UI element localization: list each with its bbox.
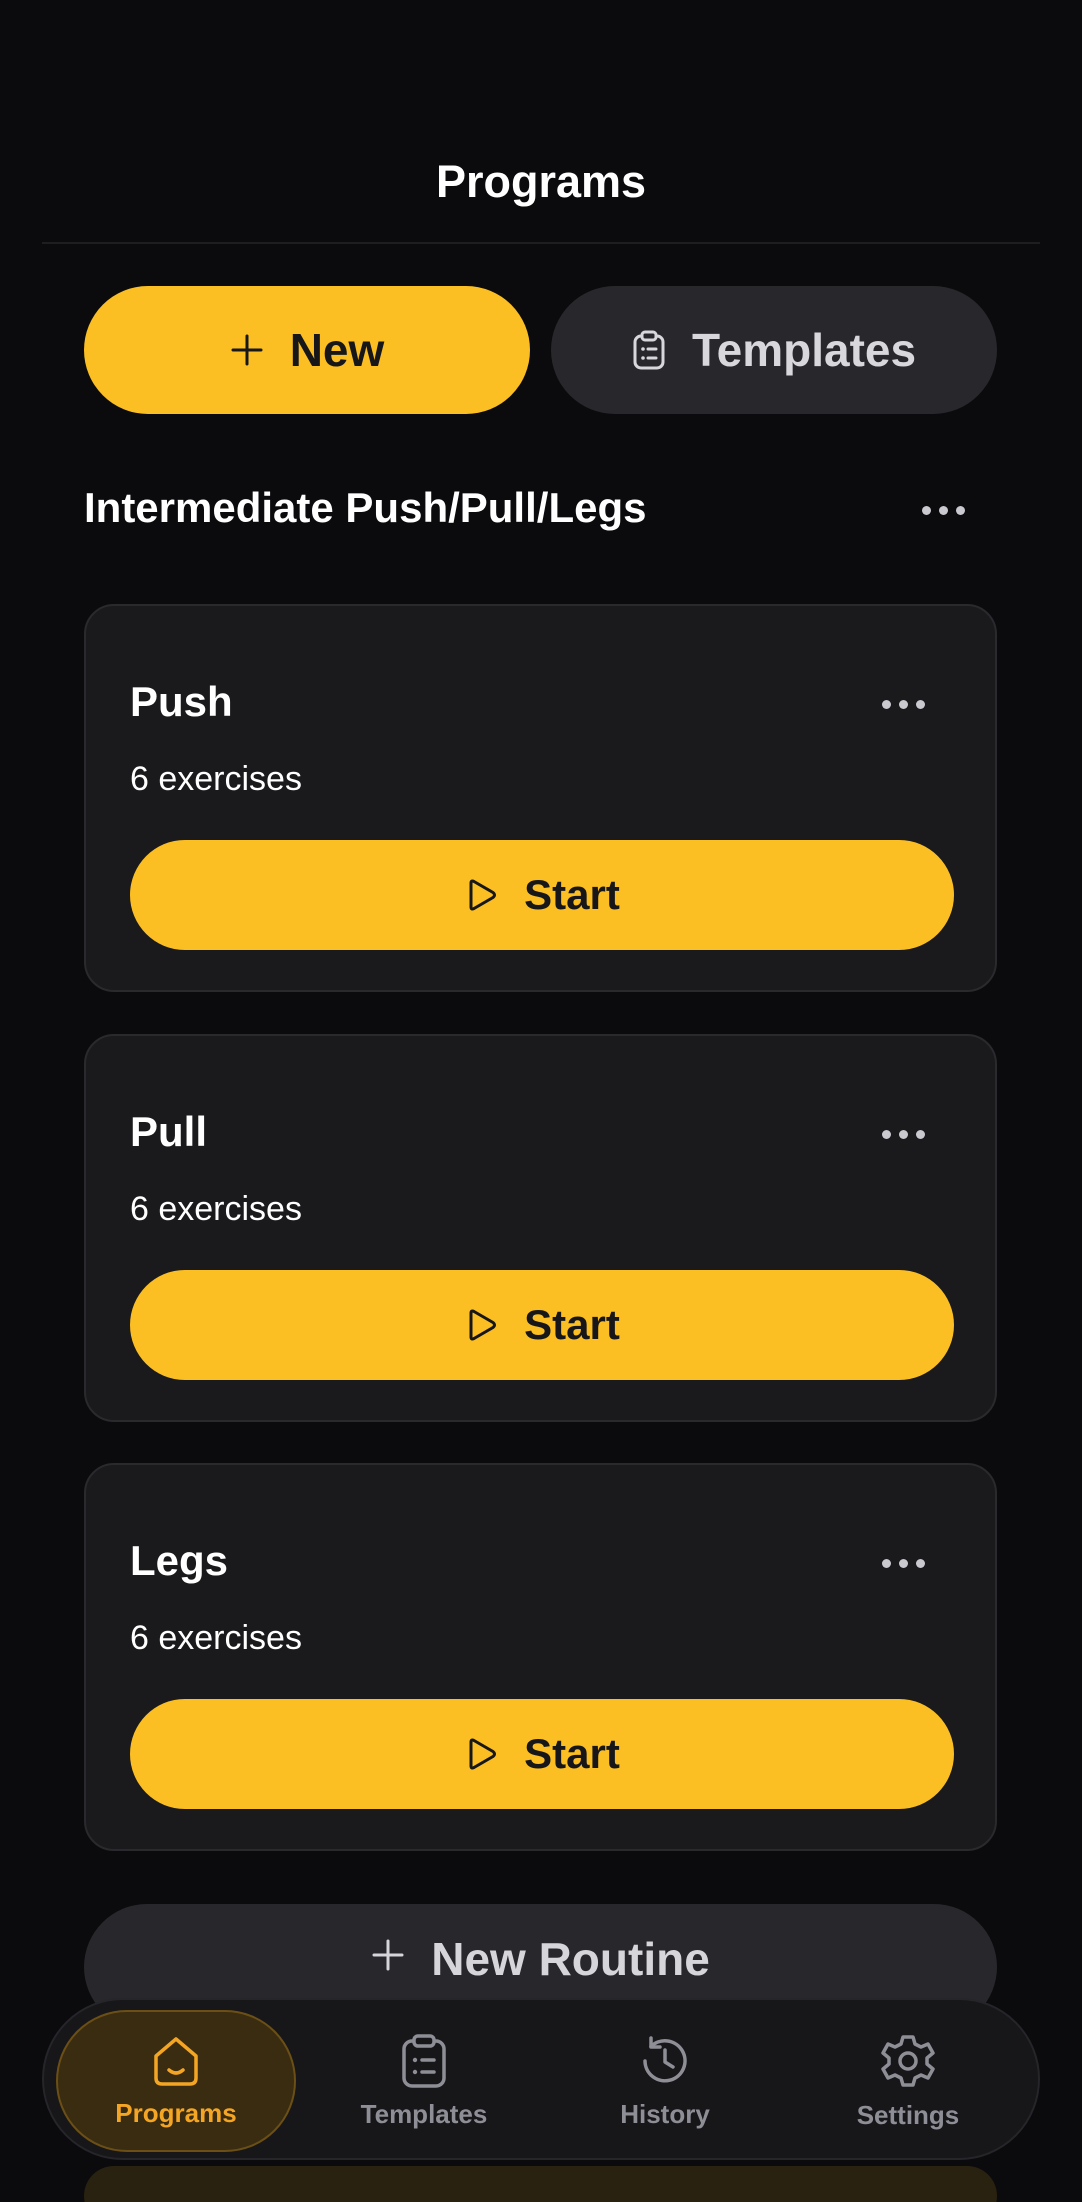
plus-icon	[231, 334, 263, 366]
routine-exercise-count: 6 exercises	[130, 1619, 302, 1657]
start-label: Start	[524, 1301, 620, 1348]
routine-exercise-count: 6 exercises	[130, 760, 302, 798]
nav-label: Settings	[856, 2099, 960, 2130]
programs-screen: Programs New Templates Intermediate Push…	[0, 0, 1082, 2202]
routine-title: Legs	[130, 1537, 229, 1584]
nav-item-programs[interactable]: Programs	[56, 2010, 296, 2152]
routine-card-pull: Pull 6 exercises Start	[84, 1034, 997, 1422]
nav-label: Programs	[115, 2097, 237, 2128]
start-button[interactable]: Start	[130, 1270, 954, 1380]
clipboard-icon	[402, 2033, 446, 2088]
start-button[interactable]: Start	[130, 1699, 954, 1809]
history-icon	[643, 2035, 687, 2082]
gear-icon	[881, 2034, 935, 2087]
page-title: Programs	[435, 156, 647, 207]
clipboard-icon	[633, 330, 665, 370]
start-label: Start	[524, 1730, 620, 1777]
routine-more-icon[interactable]	[882, 700, 925, 709]
routine-title: Push	[130, 678, 233, 725]
play-icon	[469, 879, 497, 911]
play-icon	[469, 1738, 497, 1770]
nav-item-templates[interactable]: Templates	[304, 2010, 544, 2152]
bottom-nav: Programs Templates History Settings	[42, 1998, 1040, 2160]
header: Programs	[42, 0, 1040, 244]
templates-button[interactable]: Templates	[551, 286, 997, 414]
new-program-label: New	[289, 324, 385, 376]
nav-label: Templates	[360, 2098, 488, 2129]
routine-more-icon[interactable]	[882, 1559, 925, 1568]
start-label: Start	[524, 871, 620, 918]
nav-item-history[interactable]: History	[545, 2010, 785, 2152]
program-title: Intermediate Push/Pull/Legs	[84, 484, 647, 531]
routine-exercise-count: 6 exercises	[130, 1190, 302, 1228]
home-icon	[154, 2036, 198, 2086]
new-program-button[interactable]: New	[84, 286, 530, 414]
play-icon	[469, 1309, 497, 1341]
scroll-peek	[84, 2166, 997, 2202]
routine-card-push: Push 6 exercises Start	[84, 604, 997, 992]
plus-icon	[372, 1939, 404, 1971]
nav-item-settings[interactable]: Settings	[788, 2010, 1028, 2152]
routine-card-legs: Legs 6 exercises Start	[84, 1463, 997, 1851]
templates-label: Templates	[691, 324, 917, 376]
new-routine-label: New Routine	[431, 1933, 710, 1985]
program-more-icon[interactable]	[922, 506, 965, 515]
nav-label: History	[620, 2098, 710, 2129]
start-button[interactable]: Start	[130, 840, 954, 950]
routine-title: Pull	[130, 1108, 208, 1155]
routine-more-icon[interactable]	[882, 1130, 925, 1139]
